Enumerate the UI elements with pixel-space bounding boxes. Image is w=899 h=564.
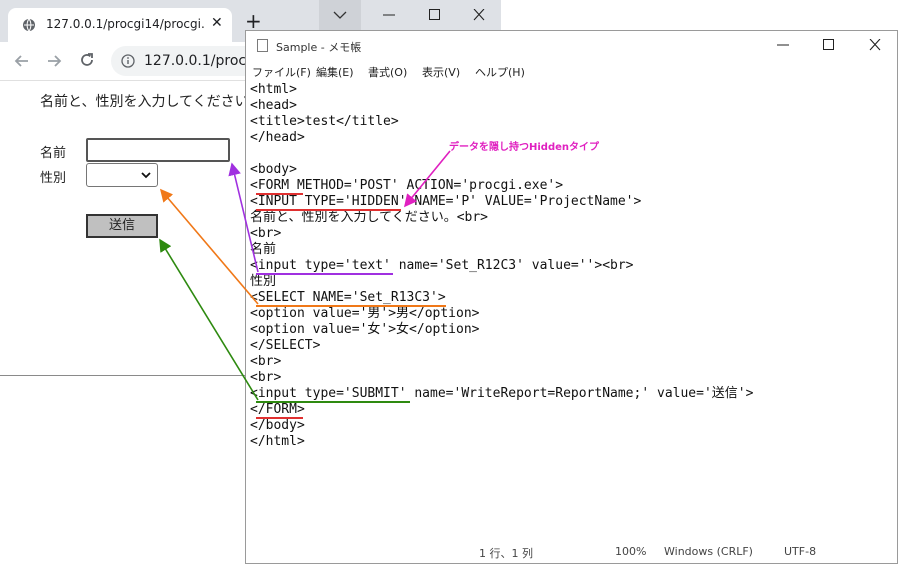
name-input[interactable] [86, 138, 230, 162]
gender-label: 性別 [40, 171, 67, 186]
browser-tab[interactable]: 127.0.0.1/procgi14/procgi.exe ✕ [8, 8, 232, 42]
notepad-menubar: ファイル(F) 編集(E) 書式(O) 表示(V) ヘルプ(H) [246, 62, 897, 80]
code-line: </FORM> [250, 402, 305, 417]
maximize-icon[interactable] [822, 39, 836, 51]
code-line: <FORM METHOD='POST' ACTION='procgi.exe'> [250, 178, 564, 193]
code-line: 性別 [250, 274, 277, 289]
code-line: <option value='男'>男</option> [250, 306, 480, 321]
code-line: </html> [250, 434, 305, 449]
notepad-window: Sample - メモ帳 ファイル(F) 編集(E) 書式(O) 表示(V) ヘ… [245, 30, 898, 564]
menu-help[interactable]: ヘルプ(H) [475, 64, 525, 80]
tab-close-icon[interactable]: ✕ [211, 15, 223, 31]
back-arrow-icon[interactable] [13, 52, 31, 70]
submit-button[interactable]: 送信 [86, 214, 158, 238]
notepad-title: Sample - メモ帳 [276, 41, 362, 54]
code-line: <INPUT TYPE='HIDDEN' NAME='P' VALUE='Pro… [250, 194, 642, 209]
code-line: <option value='女'>女</option> [250, 322, 480, 337]
status-zoom: 100% [615, 545, 647, 558]
menu-format[interactable]: 書式(O) [368, 64, 407, 80]
status-cursor-position: 1 行、1 列 [479, 547, 533, 560]
status-line-ending: Windows (CRLF) [664, 545, 753, 558]
minimize-icon[interactable] [382, 9, 396, 21]
status-encoding: UTF-8 [784, 545, 817, 558]
chevron-down-icon [333, 11, 347, 19]
code-line: <html> [250, 82, 297, 97]
forward-arrow-icon[interactable] [45, 52, 63, 70]
reload-icon[interactable] [78, 52, 96, 70]
menu-file[interactable]: ファイル(F) [252, 64, 311, 80]
tab-search-button[interactable] [319, 0, 361, 30]
info-icon[interactable] [121, 54, 135, 68]
code-line: <input type='text' name='Set_R12C3' valu… [250, 258, 634, 273]
code-line: 名前 [250, 242, 277, 257]
notepad-statusbar: 1 行、1 列 100% Windows (CRLF) UTF-8 [246, 541, 897, 563]
code-line: </SELECT> [250, 338, 321, 353]
code-line: <title>test</title> [250, 114, 399, 129]
notepad-titlebar: Sample - メモ帳 [246, 31, 897, 61]
hidden-type-annotation: データを隠し持つHiddenタイプ [449, 142, 600, 153]
code-line: </body> [250, 418, 305, 433]
gender-select[interactable] [86, 163, 158, 187]
close-window-icon[interactable] [868, 39, 882, 51]
close-window-icon[interactable] [472, 9, 486, 21]
globe-icon [23, 18, 35, 32]
menu-edit[interactable]: 編集(E) [316, 64, 354, 80]
intro-text: 名前と、性別を入力してください。 [40, 94, 263, 110]
code-line: <SELECT NAME='Set_R13C3'> [250, 290, 446, 305]
minimize-icon[interactable] [776, 39, 790, 51]
code-line: <br> [250, 370, 282, 385]
code-line: 名前と、性別を入力してください。<br> [250, 210, 489, 225]
code-line: <br> [250, 354, 282, 369]
code-line: <br> [250, 226, 282, 241]
maximize-icon[interactable] [428, 9, 442, 21]
chevron-down-icon [141, 172, 151, 179]
notepad-document-icon [257, 39, 268, 52]
code-line: <body> [250, 162, 297, 177]
code-line: <input type='SUBMIT' name='WriteReport=R… [250, 386, 754, 401]
name-label: 名前 [40, 146, 67, 161]
code-line: <head> [250, 98, 297, 113]
menu-view[interactable]: 表示(V) [422, 64, 460, 80]
new-tab-button[interactable]: + [245, 11, 262, 31]
tab-title: 127.0.0.1/procgi14/procgi.exe [46, 17, 204, 31]
